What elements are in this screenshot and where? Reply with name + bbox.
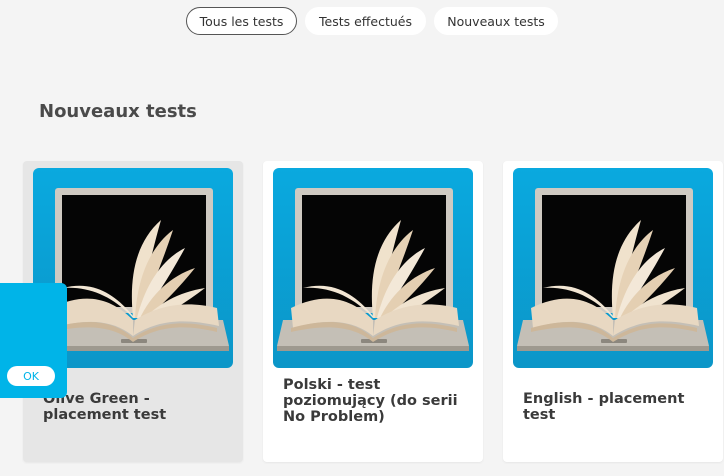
test-card-polski[interactable]: Polski - test poziomujący (do serii No P… [263,161,483,462]
card-title: English - placement test [523,391,685,423]
laptop-open-book-image [513,168,713,368]
cookie-banner: OK [0,283,67,398]
tab-new-tests[interactable]: Nouveaux tests [434,7,558,35]
tab-completed-tests[interactable]: Tests effectués [305,7,426,35]
laptop-open-book-image [273,168,473,368]
card-title: Olive Green - placement test [43,391,167,423]
test-card-english[interactable]: English - placement test [503,161,723,462]
cookie-ok-button[interactable]: OK [7,366,55,386]
section-title: Nouveaux tests [39,101,197,122]
filter-tabs: Tous les tests Tests effectués Nouveaux … [186,7,558,35]
card-title: Polski - test poziomujący (do serii No P… [283,377,458,425]
tab-all-tests[interactable]: Tous les tests [186,7,297,35]
